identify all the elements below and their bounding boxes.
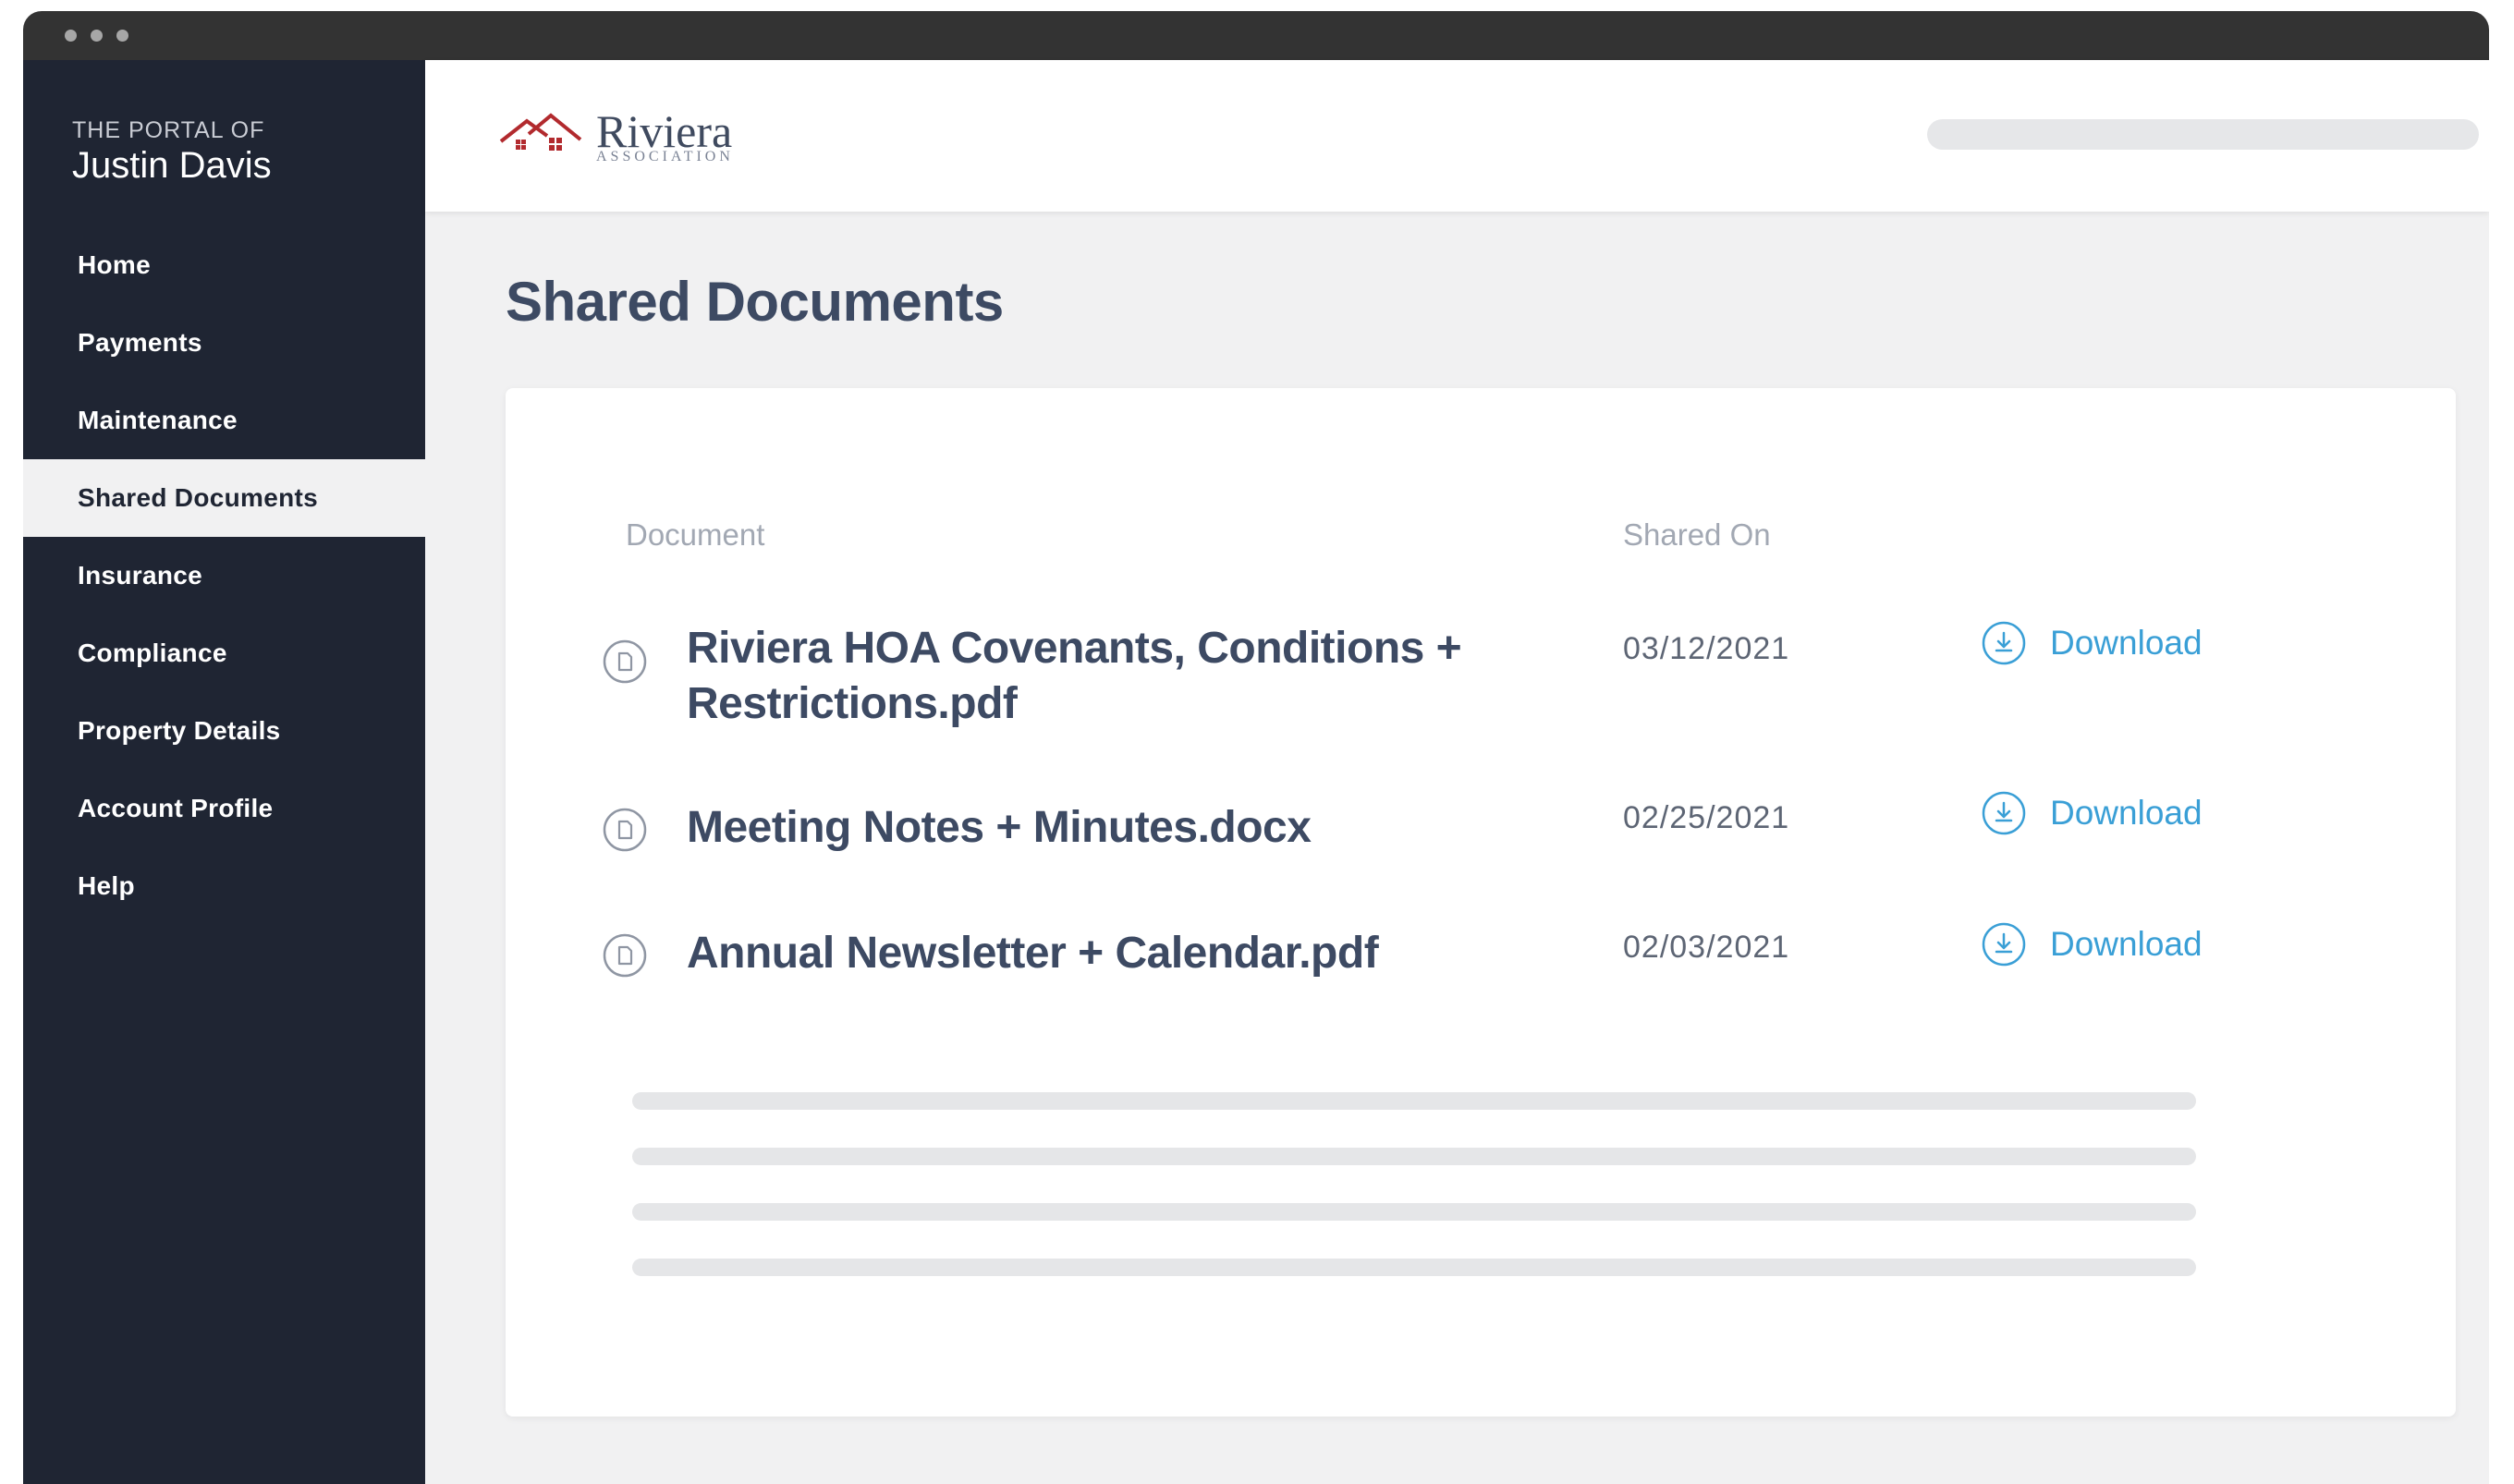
sidebar-item-compliance[interactable]: Compliance (23, 614, 425, 692)
column-header-document: Document (626, 517, 765, 552)
download-label: Download (2050, 624, 2203, 662)
sidebar-item-home[interactable]: Home (23, 226, 425, 304)
document-date: 03/12/2021 (1623, 631, 1790, 666)
browser-window: THE PORTAL OF Justin Davis Home Payments… (23, 11, 2489, 1484)
download-icon (1982, 621, 2026, 665)
documents-card: Document Shared On Riviera HOA Covenants… (506, 388, 2456, 1417)
header-placeholder-bar (1927, 119, 2479, 150)
skeleton-line (632, 1092, 2196, 1110)
sidebar-item-account-profile[interactable]: Account Profile (23, 770, 425, 847)
title-bar (23, 11, 2489, 60)
download-button[interactable]: Download (1982, 922, 2203, 967)
download-button[interactable]: Download (1982, 621, 2203, 665)
download-label: Download (2050, 794, 2203, 832)
document-name-line1: Riviera HOA Covenants, Conditions + (687, 624, 1462, 673)
document-name[interactable]: Annual Newsletter + Calendar.pdf (687, 926, 1519, 981)
window-dot-maximize[interactable] (116, 30, 128, 42)
user-name: Justin Davis (72, 145, 272, 186)
download-label: Download (2050, 925, 2203, 963)
document-icon (603, 933, 647, 978)
window-dot-minimize[interactable] (91, 30, 103, 42)
sidebar-item-payments[interactable]: Payments (23, 304, 425, 382)
sidebar: THE PORTAL OF Justin Davis Home Payments… (23, 60, 425, 1484)
sidebar-item-maintenance[interactable]: Maintenance (23, 382, 425, 459)
sidebar-nav: Home Payments Maintenance Shared Documen… (23, 226, 425, 925)
document-name[interactable]: Riviera HOA Covenants, Conditions + Rest… (687, 621, 1519, 732)
column-header-shared-on: Shared On (1623, 517, 1771, 552)
document-name[interactable]: Meeting Notes + Minutes.docx (687, 800, 1519, 856)
document-icon (603, 639, 647, 684)
window-dot-close[interactable] (65, 30, 77, 42)
portal-of-label: THE PORTAL OF (72, 117, 265, 143)
document-date: 02/25/2021 (1623, 800, 1790, 835)
download-icon (1982, 922, 2026, 967)
sidebar-item-help[interactable]: Help (23, 847, 425, 925)
logo-subtitle: ASSOCIATION (596, 149, 734, 164)
sidebar-item-insurance[interactable]: Insurance (23, 537, 425, 614)
document-icon (603, 808, 647, 852)
document-date: 02/03/2021 (1623, 930, 1790, 965)
document-name-line2: Restrictions.pdf (687, 679, 1018, 728)
page-title: Shared Documents (506, 271, 1004, 333)
download-icon (1982, 791, 2026, 835)
top-header: Riviera ASSOCIATION (425, 60, 2489, 212)
skeleton-line (632, 1148, 2196, 1165)
skeleton-line (632, 1203, 2196, 1221)
sidebar-item-shared-documents[interactable]: Shared Documents (23, 459, 425, 537)
skeleton-line (632, 1259, 2196, 1276)
house-logo-icon (499, 113, 582, 151)
download-button[interactable]: Download (1982, 791, 2203, 835)
sidebar-item-property-details[interactable]: Property Details (23, 692, 425, 770)
riviera-logo[interactable]: Riviera ASSOCIATION (499, 104, 749, 169)
